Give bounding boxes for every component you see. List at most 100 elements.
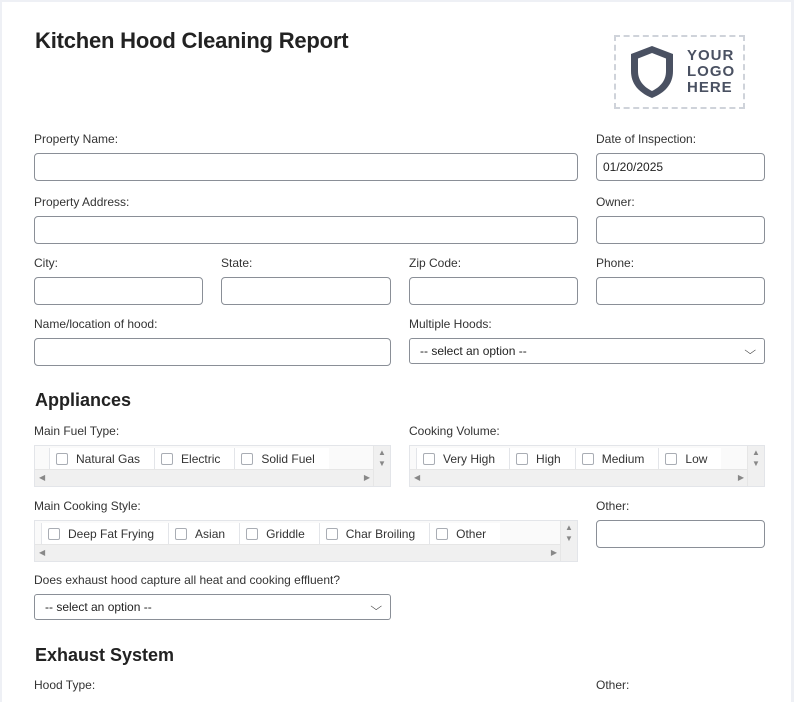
vertical-scrollbar[interactable]: ▲ ▼ <box>373 446 390 486</box>
scroll-up-icon[interactable]: ▲ <box>378 448 386 457</box>
chevron-down-icon: ⌵ <box>369 600 382 613</box>
checkbox[interactable] <box>48 528 60 540</box>
scroll-left-icon[interactable]: ◀ <box>39 473 45 482</box>
option-natural-gas[interactable]: Natural Gas <box>49 448 154 470</box>
state-input[interactable] <box>221 277 391 305</box>
option-label: Char Broiling <box>345 527 416 541</box>
owner-input[interactable] <box>596 216 765 244</box>
scroll-left-icon[interactable]: ◀ <box>414 473 420 482</box>
logo-text: YOUR LOGO HERE <box>687 48 735 96</box>
option-deep-fat-frying[interactable]: Deep Fat Frying <box>41 523 168 545</box>
scroll-down-icon[interactable]: ▼ <box>752 459 760 468</box>
option-other[interactable]: Other <box>429 523 500 545</box>
option-label: Medium <box>601 452 645 466</box>
hood-location-label: Name/location of hood: <box>34 317 158 331</box>
cooking-volume-label: Cooking Volume: <box>409 424 500 438</box>
scroll-right-icon[interactable]: ▶ <box>551 548 557 557</box>
checkbox[interactable] <box>175 528 188 540</box>
option-char-broiling[interactable]: Char Broiling <box>318 523 429 545</box>
checkbox[interactable] <box>581 453 594 465</box>
zip-code-input[interactable] <box>409 277 578 305</box>
checkbox[interactable] <box>241 453 254 465</box>
checkbox[interactable] <box>246 528 259 540</box>
chevron-down-icon: ⌵ <box>743 344 756 357</box>
option-electric[interactable]: Electric <box>154 448 234 470</box>
horizontal-scrollbar[interactable]: ◀ ▶ <box>410 469 748 486</box>
option-label: Asian <box>195 527 226 541</box>
option-solid-fuel[interactable]: Solid Fuel <box>234 448 328 470</box>
exhaust-system-heading: Exhaust System <box>35 645 175 665</box>
option-label: Deep Fat Frying <box>68 527 155 541</box>
option-label: Solid Fuel <box>261 452 315 466</box>
phone-input[interactable] <box>596 277 765 305</box>
option-label: Electric <box>181 452 221 466</box>
scroll-right-icon[interactable]: ▶ <box>738 473 744 482</box>
main-cooking-style-label: Main Cooking Style: <box>34 499 141 513</box>
horizontal-scrollbar[interactable]: ◀ ▶ <box>35 469 374 486</box>
checkbox[interactable] <box>436 528 449 540</box>
option-medium[interactable]: Medium <box>574 448 659 470</box>
multiple-hoods-label: Multiple Hoods: <box>409 317 492 331</box>
option-label: High <box>536 452 561 466</box>
scroll-up-icon[interactable]: ▲ <box>565 523 573 532</box>
exhaust-capture-select[interactable]: -- select an option -- ⌵ <box>34 594 391 620</box>
property-name-label: Property Name: <box>34 132 119 146</box>
main-fuel-type-label: Main Fuel Type: <box>34 424 120 438</box>
cooking-volume-group: Very High High Medium Low ◀ ▶ ▲ ▼ <box>409 445 765 487</box>
logo-line-2: LOGO <box>687 63 736 80</box>
checkbox[interactable] <box>516 453 529 465</box>
option-label: Other <box>456 527 487 541</box>
scroll-left-icon[interactable]: ◀ <box>39 548 45 557</box>
main-cooking-style-options: Deep Fat Frying Asian Griddle Char Broil… <box>41 523 501 545</box>
checkbox[interactable] <box>161 453 174 465</box>
property-name-input[interactable] <box>34 153 578 181</box>
main-fuel-type-group: Natural Gas Electric Solid Fuel ◀ ▶ ▲ ▼ <box>34 445 391 487</box>
property-address-input[interactable] <box>34 216 578 244</box>
option-label: Very High <box>443 452 496 466</box>
logo-line-1: YOUR <box>687 47 735 64</box>
exhaust-other-label: Other: <box>596 678 630 692</box>
option-asian[interactable]: Asian <box>168 523 239 545</box>
other-input[interactable] <box>596 520 765 548</box>
date-of-inspection-label: Date of Inspection: <box>596 132 697 146</box>
scroll-up-icon[interactable]: ▲ <box>752 448 760 457</box>
option-griddle[interactable]: Griddle <box>239 523 319 545</box>
date-of-inspection-input[interactable] <box>596 153 765 181</box>
scroll-down-icon[interactable]: ▼ <box>378 459 386 468</box>
scroll-right-icon[interactable]: ▶ <box>364 473 370 482</box>
city-input[interactable] <box>34 277 203 305</box>
option-low[interactable]: Low <box>658 448 721 470</box>
option-label: Low <box>685 452 708 466</box>
phone-label: Phone: <box>596 256 635 270</box>
state-label: State: <box>221 256 253 270</box>
hood-location-input[interactable] <box>34 338 391 366</box>
main-fuel-type-options: Natural Gas Electric Solid Fuel <box>49 448 329 470</box>
logo-placeholder: YOUR LOGO HERE <box>614 35 745 109</box>
page-title: Kitchen Hood Cleaning Report <box>35 28 349 53</box>
other-label: Other: <box>596 499 630 513</box>
option-label: Griddle <box>266 527 305 541</box>
city-label: City: <box>34 256 58 270</box>
owner-label: Owner: <box>596 195 635 209</box>
logo-line-3: HERE <box>687 79 733 96</box>
cooking-volume-options: Very High High Medium Low <box>416 448 722 470</box>
vertical-scrollbar[interactable]: ▲ ▼ <box>747 446 764 486</box>
option-very-high[interactable]: Very High <box>416 448 509 470</box>
option-high[interactable]: High <box>509 448 575 470</box>
option-label: Natural Gas <box>76 452 141 466</box>
exhaust-capture-label: Does exhaust hood capture all heat and c… <box>34 573 340 587</box>
main-cooking-style-group: Deep Fat Frying Asian Griddle Char Broil… <box>34 520 578 562</box>
checkbox[interactable] <box>56 453 68 465</box>
checkbox[interactable] <box>423 453 435 465</box>
hood-type-label: Hood Type: <box>34 678 96 692</box>
multiple-hoods-selected: -- select an option -- <box>420 344 527 358</box>
zip-code-label: Zip Code: <box>409 256 462 270</box>
multiple-hoods-select[interactable]: -- select an option -- ⌵ <box>409 338 765 364</box>
form-page: Kitchen Hood Cleaning Report YOUR LOGO H… <box>2 2 791 702</box>
scroll-down-icon[interactable]: ▼ <box>565 534 573 543</box>
checkbox[interactable] <box>325 528 338 540</box>
shield-icon <box>631 46 673 98</box>
checkbox[interactable] <box>665 453 678 465</box>
vertical-scrollbar[interactable]: ▲ ▼ <box>560 521 577 561</box>
horizontal-scrollbar[interactable]: ◀ ▶ <box>35 544 561 561</box>
